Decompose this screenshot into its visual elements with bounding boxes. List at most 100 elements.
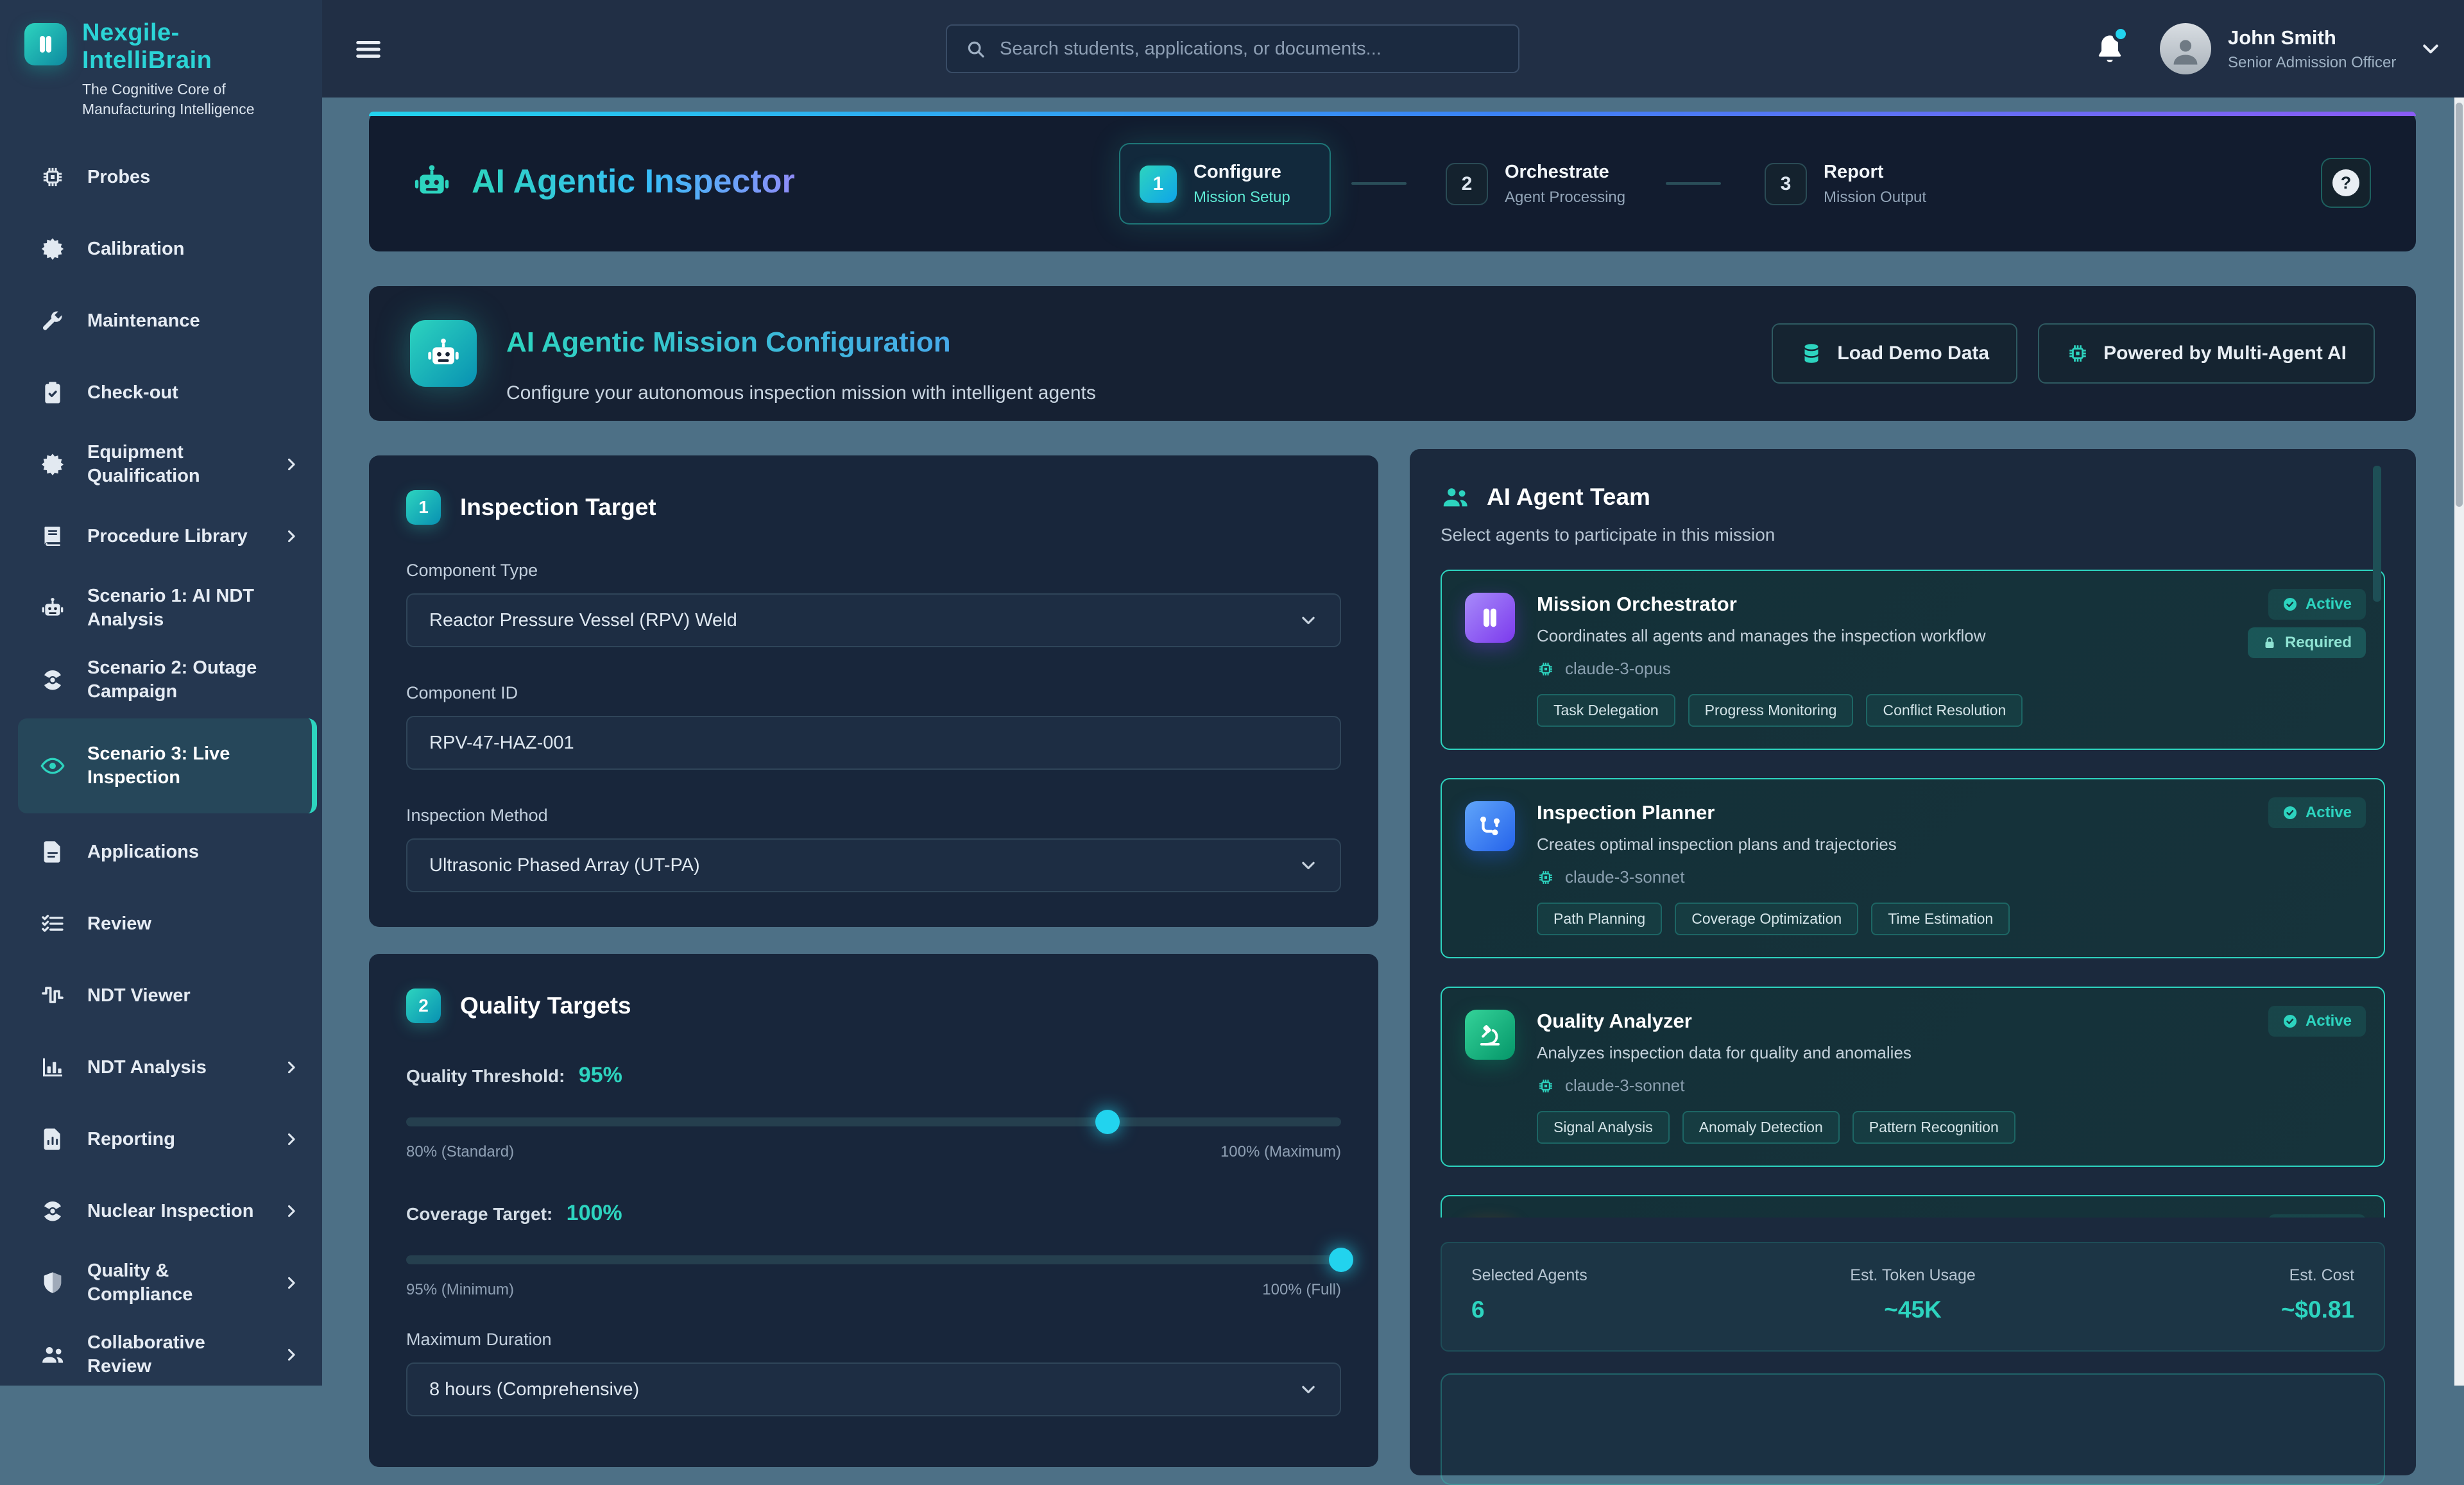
notification-bell-button[interactable]	[2093, 30, 2126, 68]
inspection-method-label: Inspection Method	[406, 806, 1341, 826]
chart-icon	[40, 1055, 65, 1080]
sidebar-item-scenario-2-outage-campaign[interactable]: Scenario 2: Outage Campaign	[0, 644, 322, 716]
slider-thumb[interactable]	[1095, 1110, 1120, 1134]
capability-tag: Time Estimation	[1871, 903, 2010, 935]
component-id-input[interactable]: RPV-47-HAZ-001	[406, 716, 1341, 770]
agent-description: Analyzes inspection data for quality and…	[1537, 1043, 2015, 1063]
step-sublabel: Agent Processing	[1505, 189, 1625, 207]
step-label: Configure	[1194, 162, 1290, 183]
agent-capabilities: Signal Analysis Anomaly Detection Pattern …	[1537, 1111, 2015, 1144]
agent-card-inspection-planner[interactable]: Inspection PlannerCreates optimal inspec…	[1441, 778, 2385, 958]
step-sublabel: Mission Output	[1824, 189, 1926, 207]
sidebar-item-label: Equipment Qualification	[87, 441, 261, 488]
book-icon	[40, 523, 65, 549]
component-type-select[interactable]: Reactor Pressure Vessel (RPV) Weld	[406, 593, 1341, 647]
step-report[interactable]: 3ReportMission Output	[1765, 143, 1926, 225]
sidebar-item-label: Scenario 1: AI NDT Analysis	[87, 584, 300, 632]
component-type-label: Component Type	[406, 561, 1341, 581]
page-scrollbar-thumb[interactable]	[2456, 103, 2463, 507]
sidebar-item-equipment-qualification[interactable]: Equipment Qualification	[0, 429, 322, 500]
chevron-right-icon	[282, 1130, 300, 1148]
sidebar-item-reporting[interactable]: Reporting	[0, 1103, 322, 1175]
slider-max-label: 100% (Maximum)	[1220, 1143, 1341, 1161]
user-menu[interactable]: John Smith Senior Admission Officer	[2160, 23, 2442, 74]
sidebar-item-ndt-viewer[interactable]: NDT Viewer	[0, 960, 322, 1031]
active-badge: Active	[2268, 1006, 2366, 1037]
coverage-target-slider[interactable]	[406, 1255, 1341, 1264]
inspection-method-select[interactable]: Ultrasonic Phased Array (UT-PA)	[406, 838, 1341, 892]
sidebar-item-maintenance[interactable]: Maintenance	[0, 285, 322, 357]
sidebar-item-scenario-3-live-inspection[interactable]: Scenario 3: Live Inspection	[18, 718, 317, 813]
page-scrollbar[interactable]	[2454, 98, 2464, 1386]
agent-list-scrollbar[interactable]	[2373, 466, 2381, 602]
menu-icon[interactable]	[354, 35, 383, 64]
help-button[interactable]: ?	[2321, 158, 2371, 208]
capability-tag: Pattern Recognition	[1852, 1111, 2015, 1144]
load-demo-data-button[interactable]: Load Demo Data	[1772, 323, 2017, 384]
quality-targets-card: 2 Quality Targets Quality Threshold: 95%…	[369, 954, 1378, 1467]
brain-icon	[1465, 593, 1515, 643]
sidebar-item-applications[interactable]: Applications	[0, 816, 322, 888]
step-orchestrate[interactable]: 2OrchestrateAgent Processing	[1446, 143, 1625, 225]
powered-by-label: Powered by Multi-Agent AI	[2103, 343, 2347, 364]
slider-value: 95%	[572, 1063, 622, 1087]
agent-card-quality-analyzer[interactable]: Quality AnalyzerAnalyzes inspection data…	[1441, 987, 2385, 1167]
radiation-icon	[40, 1198, 65, 1224]
sidebar-item-check-out[interactable]: Check-out	[0, 357, 322, 429]
agent-description: Creates optimal inspection plans and tra…	[1537, 835, 2010, 854]
sidebar-item-ndt-analysis[interactable]: NDT Analysis	[0, 1031, 322, 1103]
search-input[interactable]	[998, 38, 1500, 60]
sidebar-item-procedure-library[interactable]: Procedure Library	[0, 500, 322, 572]
capability-tag: Path Planning	[1537, 903, 1662, 935]
agent-badges: Active	[2268, 1006, 2366, 1037]
agent-model: claude-3-sonnet	[1565, 867, 1684, 887]
sidebar-item-calibration[interactable]: Calibration	[0, 213, 322, 285]
chevron-right-icon	[282, 1058, 300, 1076]
powered-by-button[interactable]: Powered by Multi-Agent AI	[2038, 323, 2375, 384]
capability-tag: Coverage Optimization	[1675, 903, 1858, 935]
sidebar-item-label: NDT Analysis	[87, 1056, 261, 1080]
stat-value: ~45K	[1766, 1296, 2060, 1323]
chevron-down-icon	[2419, 37, 2442, 60]
slider-min-label: 80% (Standard)	[406, 1143, 514, 1161]
sidebar-item-label: Review	[87, 912, 300, 936]
capability-tag: Conflict Resolution	[1866, 694, 2023, 727]
stat-est-token-usage: Est. Token Usage~45K	[1766, 1266, 2060, 1323]
capability-tag: Signal Analysis	[1537, 1111, 1670, 1144]
max-duration-select[interactable]: 8 hours (Comprehensive)	[406, 1362, 1341, 1416]
agent-name: Mission Orchestrator	[1537, 593, 2023, 616]
coverage-target-group: Coverage Target: 100%95% (Minimum)100% (…	[406, 1201, 1341, 1299]
seal-icon	[40, 236, 65, 262]
slider-thumb[interactable]	[1329, 1248, 1353, 1272]
step-label: Orchestrate	[1505, 162, 1625, 183]
quality-threshold-slider[interactable]	[406, 1117, 1341, 1126]
agent-card-parameter-optimizer[interactable]: Parameter OptimizerOptimizes scan parame…	[1441, 1195, 2385, 1218]
users-icon	[1441, 482, 1470, 512]
avatar	[2160, 23, 2211, 74]
slider-min-label: 95% (Minimum)	[406, 1281, 514, 1299]
sidebar-item-review[interactable]: Review	[0, 888, 322, 960]
step-configure[interactable]: 1ConfigureMission Setup	[1119, 143, 1331, 225]
sidebar-item-label: Maintenance	[87, 309, 300, 333]
check-circle-icon	[2282, 1014, 2298, 1029]
capability-tag: Anomaly Detection	[1682, 1111, 1840, 1144]
sidebar-item-scenario-1-ai-ndt-analysis[interactable]: Scenario 1: AI NDT Analysis	[0, 572, 322, 644]
sidebar-item-quality-compliance[interactable]: Quality & Compliance	[0, 1247, 322, 1319]
notification-dot	[2112, 26, 2129, 42]
chip-icon	[1537, 660, 1555, 678]
sidebar-item-nuclear-inspection[interactable]: Nuclear Inspection	[0, 1175, 322, 1247]
capability-tag: Task Delegation	[1537, 694, 1675, 727]
database-icon	[1800, 342, 1823, 365]
sidebar-item-label: Collaborative Review	[87, 1331, 261, 1379]
agent-card-mission-orchestrator[interactable]: Mission OrchestratorCoordinates all agen…	[1441, 570, 2385, 750]
step-connector	[1351, 182, 1407, 185]
search-box[interactable]	[946, 24, 1519, 73]
sidebar-item-probes[interactable]: Probes	[0, 141, 322, 213]
agent-team-title: AI Agent Team	[1487, 484, 1650, 511]
sidebar-item-collaborative-review[interactable]: Collaborative Review	[0, 1319, 322, 1391]
capability-tag: Progress Monitoring	[1688, 694, 1854, 727]
sidebar-item-label: Procedure Library	[87, 525, 261, 548]
chevron-down-icon	[1299, 611, 1318, 630]
check-circle-icon	[2282, 805, 2298, 820]
step-label: Report	[1824, 162, 1926, 183]
